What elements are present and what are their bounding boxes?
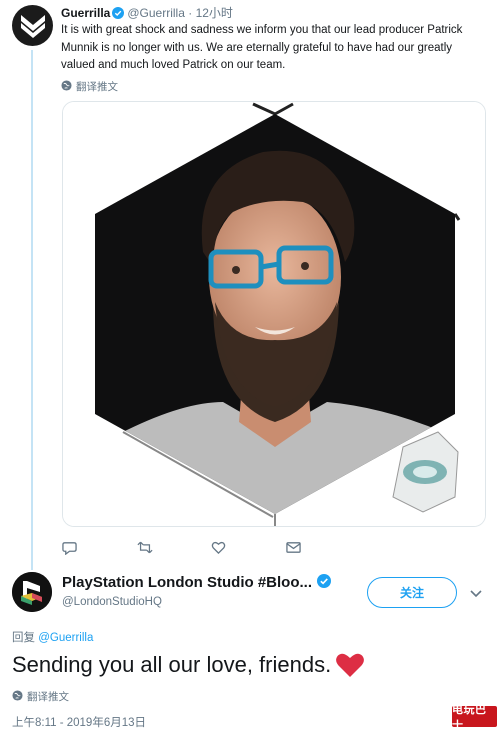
retweet-icon[interactable] <box>137 540 153 556</box>
tweet2-translate-link[interactable]: 翻译推文 <box>12 689 69 704</box>
watermark-text: 电玩巴士 <box>452 703 487 731</box>
patrick-portrait-image <box>63 102 485 526</box>
tweet1-header: Guerrilla @Guerrilla · 12小时 <box>61 4 233 22</box>
site-watermark-logo: 电玩巴士 <box>452 704 497 731</box>
tweet1-translate-link[interactable]: 翻译推文 <box>61 79 118 94</box>
tweet2-author-name-text: PlayStation London Studio #Bloo... <box>62 574 312 591</box>
envelope-icon[interactable] <box>286 540 302 556</box>
tweet2-text-body: Sending you all our love, friends. <box>12 652 332 677</box>
tweet1-author-name[interactable]: Guerrilla <box>61 6 110 20</box>
thread-connector-line <box>31 50 33 570</box>
tweet2-timestamp[interactable]: 上午8:11 - 2019年6月13日 <box>12 714 146 730</box>
reply-context: 回复 @Guerrilla <box>12 629 93 645</box>
heart-icon[interactable] <box>211 540 227 556</box>
verified-badge-icon <box>112 7 125 22</box>
tweet2-author-name[interactable]: PlayStation London Studio #Bloo... <box>62 574 334 592</box>
guerrilla-logo-icon <box>20 14 45 38</box>
tweet1-action-bar <box>62 540 302 556</box>
chevron-down-icon[interactable] <box>470 585 482 603</box>
tweet1-time[interactable]: 12小时 <box>196 6 233 20</box>
reply-icon[interactable] <box>62 540 78 556</box>
reply-prefix: 回复 <box>12 632 35 644</box>
playstation-logo-icon <box>12 572 52 612</box>
translate-label: 翻译推文 <box>76 81 118 93</box>
guerrilla-avatar[interactable] <box>12 5 53 46</box>
tweet1-text: It is with great shock and sadness we in… <box>61 24 463 71</box>
tweet1-photo[interactable] <box>62 101 486 527</box>
translate-label: 翻译推文 <box>27 691 69 703</box>
verified-badge-icon <box>317 574 331 592</box>
separator-dot: · <box>188 6 193 20</box>
red-heart-emoji-icon <box>335 652 365 684</box>
globe-icon <box>61 79 72 94</box>
playstation-london-avatar[interactable] <box>12 572 52 612</box>
tweet1-author-handle[interactable]: @Guerrilla <box>127 6 185 20</box>
follow-button[interactable]: 关注 <box>367 577 457 608</box>
globe-icon <box>12 689 23 704</box>
reply-mention-link[interactable]: @Guerrilla <box>38 632 93 644</box>
tweet2-text: Sending you all our love, friends. <box>12 652 365 684</box>
tweet2-author-handle[interactable]: @LondonStudioHQ <box>62 596 162 608</box>
